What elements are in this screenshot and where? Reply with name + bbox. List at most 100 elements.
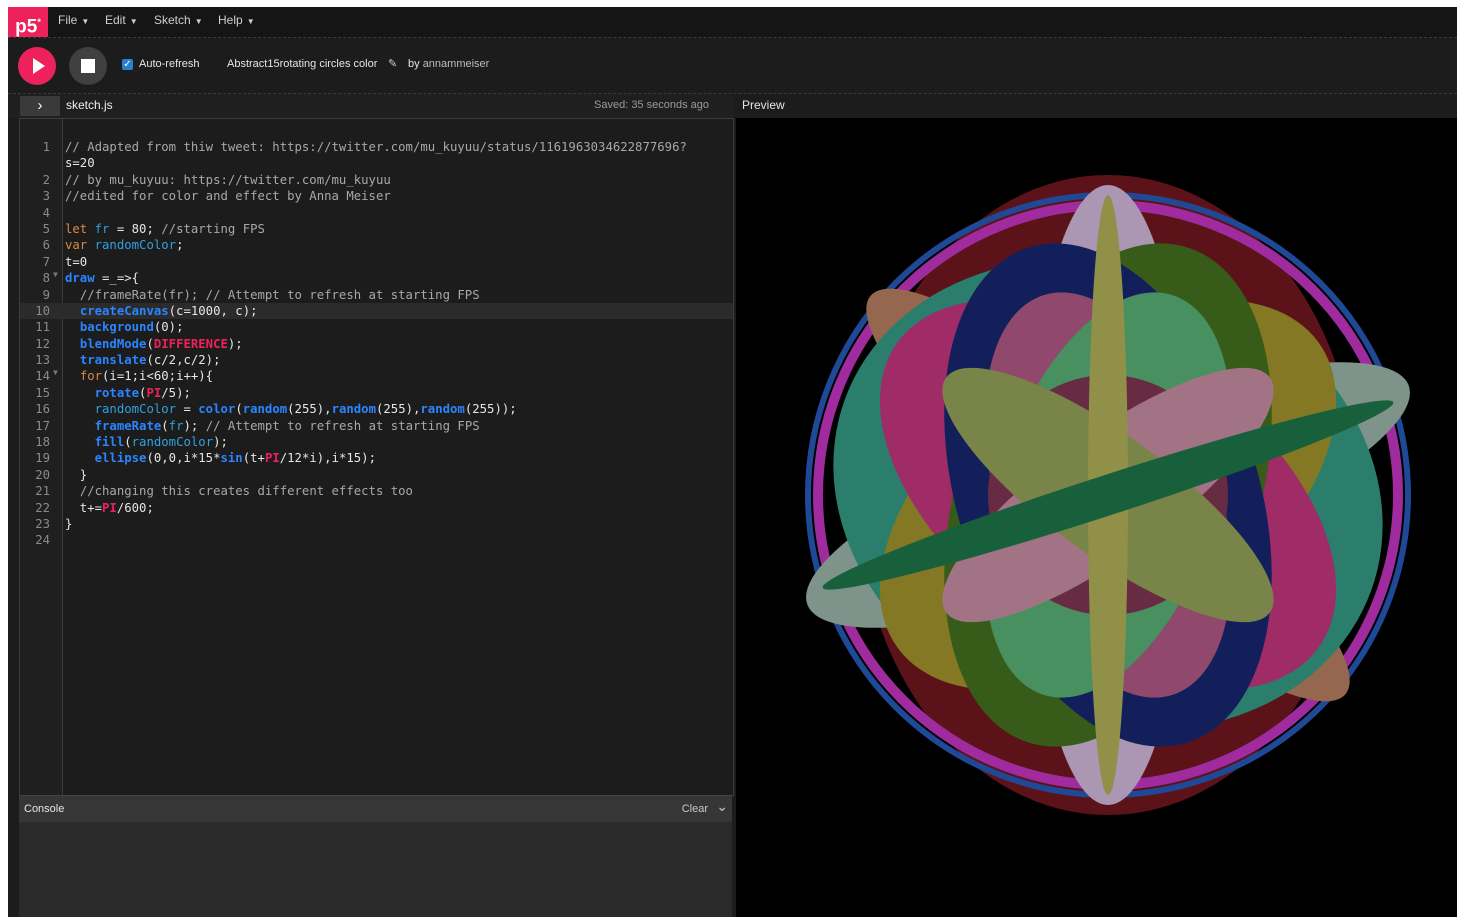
code-text: let fr = 80; //starting FPS xyxy=(65,221,265,236)
console-clear-button[interactable]: Clear xyxy=(682,803,708,815)
auto-refresh-checkbox[interactable]: ✓ xyxy=(122,59,133,70)
preview-label: Preview xyxy=(742,98,785,112)
code-line[interactable]: s=20 xyxy=(20,155,733,171)
code-text: for(i=1;i<60;i++){ xyxy=(79,369,214,384)
code-line[interactable]: 14 ▼ for(i=1;i<60;i++){ xyxy=(20,368,733,384)
code-line[interactable]: 23} xyxy=(20,516,733,532)
code-line[interactable]: 22 t+=PI/600; xyxy=(20,500,733,516)
chevron-down-icon[interactable]: ⌄ xyxy=(716,798,728,815)
code-line[interactable]: 16 randomColor = color(random(255),rando… xyxy=(20,401,733,417)
code-text: } xyxy=(65,516,73,531)
play-button[interactable] xyxy=(18,47,56,85)
code-line[interactable]: 6 var randomColor; xyxy=(20,237,733,253)
code-line[interactable]: 13 translate(c/2,c/2); xyxy=(20,352,733,368)
fold-arrow-icon[interactable]: ▼ xyxy=(53,365,58,381)
menu-file[interactable]: File ▼ xyxy=(58,7,89,37)
sketch-output-graphic xyxy=(805,175,1411,815)
line-number: 21 xyxy=(35,484,50,499)
caret-down-icon: ▼ xyxy=(246,17,255,26)
code-line[interactable]: 7 t=0 xyxy=(20,254,733,270)
line-number: 5 xyxy=(42,221,50,236)
code-text: translate(c/2,c/2); xyxy=(79,353,221,368)
fold-arrow-icon[interactable]: ▼ xyxy=(53,267,58,283)
code-text: } xyxy=(65,467,88,482)
caret-down-icon: ▼ xyxy=(129,17,138,26)
code-text: s=20 xyxy=(65,156,95,171)
console-title: Console xyxy=(24,803,65,815)
caret-down-icon: ▼ xyxy=(194,17,203,26)
code-line[interactable]: 3 //edited for color and effect by Anna M… xyxy=(20,188,733,204)
code-text: blendMode(DIFFERENCE); xyxy=(79,336,243,351)
code-text: //frameRate(fr); // Attempt to refresh a… xyxy=(79,287,480,302)
line-number: 4 xyxy=(42,205,50,220)
file-tab-sketch-js[interactable]: sketch.js xyxy=(66,98,113,112)
caret-down-icon: ▼ xyxy=(81,17,90,26)
menu-help[interactable]: Help ▼ xyxy=(218,7,255,37)
sketch-name[interactable]: Abstract15rotating circles color xyxy=(227,58,377,70)
code-text: createCanvas(c=1000, c); xyxy=(79,303,258,318)
sidebar-toggle-chevron-icon[interactable]: › xyxy=(20,96,60,116)
saved-status: Saved: 35 seconds ago xyxy=(594,99,709,111)
code-line[interactable]: 4 xyxy=(20,205,733,221)
line-number: 24 xyxy=(35,533,50,548)
code-line[interactable]: 2 // by mu_kuyuu: https://twitter.com/mu_… xyxy=(20,172,733,188)
toolbar: ✓ Auto-refresh Abstract15rotating circle… xyxy=(8,38,1457,94)
code-line[interactable]: 10 createCanvas(c=1000, c); xyxy=(20,302,733,320)
code-text: ellipse(0,0,i*15*sin(t+PI/12*i),i*15); xyxy=(94,451,376,466)
line-number: 1 xyxy=(42,140,50,154)
code-line[interactable]: 15 rotate(PI/5); xyxy=(20,385,733,401)
line-number: 10 xyxy=(35,303,50,318)
code-text: frameRate(fr); // Attempt to refresh at … xyxy=(94,418,480,433)
code-editor[interactable]: 1 // Adapted from thiw tweet: https://twi… xyxy=(19,118,734,796)
code-text: fill(randomColor); xyxy=(94,435,228,450)
screen-border-top xyxy=(0,0,1457,7)
code-line[interactable]: 12 blendMode(DIFFERENCE); xyxy=(20,336,733,352)
screen-border-left xyxy=(0,0,8,917)
line-number: 22 xyxy=(35,500,50,515)
line-number: 16 xyxy=(35,402,50,417)
code-text: t=0 xyxy=(65,254,88,269)
code-text: background(0); xyxy=(79,320,184,335)
editor-header: › sketch.js Saved: 35 seconds ago xyxy=(8,94,733,118)
code-line[interactable]: 18 fill(randomColor); xyxy=(20,434,733,450)
code-text: randomColor = color(random(255),random(2… xyxy=(94,402,517,417)
line-number: 14 xyxy=(35,369,50,384)
code-line[interactable]: 11 background(0); xyxy=(20,319,733,335)
menu-edit[interactable]: Edit ▼ xyxy=(105,7,138,37)
code-line[interactable]: 17 frameRate(fr); // Attempt to refresh … xyxy=(20,418,733,434)
code-line[interactable]: 8 ▼ draw =_=>{ xyxy=(20,270,733,286)
code-text: draw =_=>{ xyxy=(65,271,140,286)
code-line[interactable]: 21 //changing this creates different eff… xyxy=(20,483,733,499)
preview-canvas[interactable] xyxy=(736,118,1457,917)
code-text: t+=PI/600; xyxy=(65,500,154,515)
code-text: var randomColor; xyxy=(65,238,184,253)
line-number: 20 xyxy=(35,467,50,482)
line-number: 23 xyxy=(35,516,50,531)
line-number: 7 xyxy=(42,254,50,269)
line-number: 6 xyxy=(42,238,50,253)
line-number: 12 xyxy=(35,336,50,351)
code-text: //edited for color and effect by Anna Me… xyxy=(65,189,391,204)
menu-sketch[interactable]: Sketch ▼ xyxy=(154,7,203,37)
auto-refresh-label[interactable]: Auto-refresh xyxy=(139,58,200,70)
line-number: 15 xyxy=(35,385,50,400)
code-text: // by mu_kuyuu: https://twitter.com/mu_k… xyxy=(65,172,391,187)
sketch-author: by annammeiser xyxy=(408,58,490,70)
code-line[interactable]: 9 //frameRate(fr); // Attempt to refresh… xyxy=(20,287,733,303)
line-number: 3 xyxy=(42,189,50,204)
line-number: 2 xyxy=(42,172,50,187)
code-line[interactable]: 5 let fr = 80; //starting FPS xyxy=(20,221,733,237)
code-line[interactable]: 19 ellipse(0,0,i*15*sin(t+PI/12*i),i*15)… xyxy=(20,450,733,466)
code-line[interactable]: 24 xyxy=(20,532,733,548)
p5-logo[interactable]: p5* xyxy=(8,7,48,37)
code-text: //changing this creates different effect… xyxy=(79,484,413,499)
code-text: rotate(PI/5); xyxy=(94,385,191,400)
code-lines[interactable]: 1 // Adapted from thiw tweet: https://twi… xyxy=(20,139,733,549)
line-number: 13 xyxy=(35,353,50,368)
console-panel: Console Clear ⌄ xyxy=(19,795,732,917)
stop-button[interactable] xyxy=(69,47,107,85)
code-line[interactable]: 1 // Adapted from thiw tweet: https://twi… xyxy=(20,139,733,155)
pencil-icon[interactable]: ✎ xyxy=(388,57,397,70)
menu-bar: p5* File ▼ Edit ▼ Sketch ▼ Help ▼ xyxy=(8,7,1457,38)
code-line[interactable]: 20 } xyxy=(20,467,733,483)
